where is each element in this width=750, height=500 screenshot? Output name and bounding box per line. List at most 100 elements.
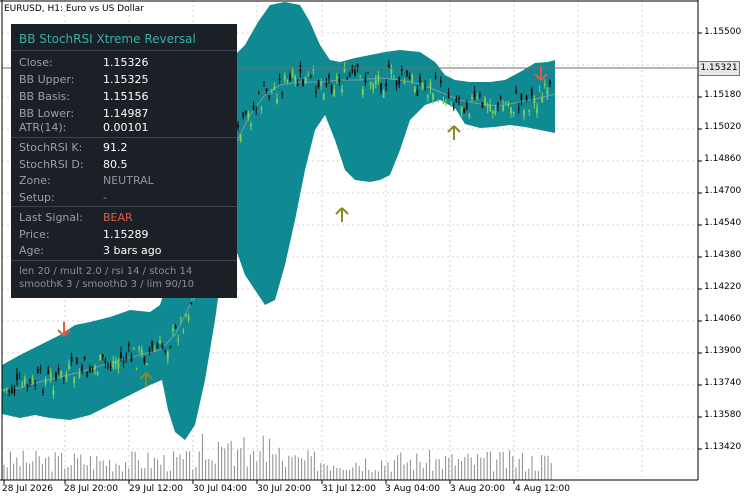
candle-body (395, 80, 398, 86)
candle-body (159, 340, 161, 344)
candle-body (244, 110, 247, 114)
candle-body (88, 366, 91, 373)
candle-body (96, 372, 99, 375)
candle-body (354, 70, 356, 76)
price-tick: 1.13420 (704, 442, 742, 452)
row-last-signal: Last Signal: BEAR (19, 210, 133, 226)
candle-body (338, 78, 341, 82)
row-label: ATR(14): (19, 121, 67, 134)
row-setup: Setup: - (19, 190, 107, 206)
row-value: BEAR (103, 211, 133, 224)
candle-body (543, 83, 546, 85)
candle-body (478, 93, 481, 98)
candle-body (94, 366, 96, 370)
row-label: StochRSI D: (19, 158, 84, 171)
time-tick: 30 Jul 04:00 (193, 484, 247, 494)
candle-body (120, 352, 122, 359)
time-tick: 30 Jul 20:00 (257, 484, 311, 494)
candle-body (31, 377, 34, 383)
candle-body (49, 373, 52, 378)
candle-body (62, 377, 65, 379)
candle-body (65, 374, 68, 380)
candle-body (112, 360, 115, 368)
time-tick: 4 Aug 12:00 (515, 484, 570, 494)
candle-body (369, 82, 372, 85)
row-zone: Zone: NEUTRAL (19, 173, 154, 189)
time-tick: 28 Jul 20:00 (64, 484, 118, 494)
candle-body (156, 344, 159, 349)
row-value: - (103, 191, 107, 204)
candle-body (34, 384, 37, 387)
row-label: Price: (19, 228, 50, 241)
candle-body (250, 123, 252, 127)
time-tick: 31 Jul 12:00 (322, 484, 376, 494)
candle-body (179, 317, 182, 319)
candle-body (486, 104, 489, 108)
candle-body (143, 357, 146, 363)
panel-divider (11, 206, 237, 207)
candle-body (465, 102, 468, 109)
candle-body (286, 79, 289, 82)
candle-body (424, 85, 427, 87)
row-value: 80.5 (103, 158, 128, 171)
candle-body (252, 105, 255, 110)
time-tick: 28 Jul 2026 (2, 484, 53, 494)
candle-body (242, 112, 245, 118)
candle-body (122, 361, 125, 364)
candle-body (138, 346, 141, 350)
candle-body (161, 345, 164, 349)
candle-body (289, 74, 291, 81)
candle-body (8, 390, 11, 392)
candle-body (13, 388, 16, 394)
candle-body (75, 357, 78, 365)
time-tick: 3 Aug 04:00 (385, 484, 440, 494)
row-label: Zone: (19, 174, 51, 187)
candle-body (546, 87, 549, 95)
candle-body (312, 69, 315, 71)
candle-body (335, 76, 338, 80)
candle-body (190, 302, 193, 304)
candle-body (445, 103, 447, 105)
candle-body (133, 348, 135, 350)
candle-body (346, 78, 349, 80)
candle-body (523, 110, 525, 116)
row-value: 1.15325 (103, 73, 149, 86)
candle-body (257, 93, 260, 95)
candle-body (114, 361, 117, 365)
candle-body (278, 78, 281, 81)
price-tick: 1.13740 (704, 378, 742, 388)
candle-body (380, 83, 382, 91)
price-tick: 1.15020 (704, 122, 742, 132)
candle-body (146, 363, 148, 365)
candle-body (432, 93, 434, 100)
candle-body (471, 96, 473, 99)
candle-body (481, 102, 484, 108)
candle-body (16, 373, 18, 380)
candle-body (458, 98, 460, 100)
candle-body (359, 75, 362, 77)
row-price: Price: 1.15289 (19, 227, 149, 243)
candle-body (281, 93, 284, 95)
candle-body (57, 368, 60, 370)
candle-body (320, 82, 323, 86)
candle-body (101, 354, 104, 358)
candle-body (177, 339, 180, 342)
price-tick: 1.14540 (704, 218, 742, 228)
candle-body (283, 75, 286, 80)
price-tick: 1.14860 (704, 154, 742, 164)
candle-body (525, 95, 528, 100)
candle-body (512, 111, 515, 114)
candle-body (499, 96, 502, 99)
candle-body (117, 361, 120, 369)
candle-body (330, 85, 333, 93)
candle-body (169, 346, 172, 348)
price-tick: 1.13900 (704, 346, 742, 356)
price-tick: 1.15500 (704, 27, 742, 37)
candle-body (341, 88, 343, 93)
candle-body (260, 107, 263, 110)
candle-body (385, 82, 388, 87)
candle-body (507, 103, 510, 106)
price-tick: 1.15180 (704, 90, 742, 100)
candle-body (393, 78, 395, 80)
candle-body (541, 96, 544, 103)
